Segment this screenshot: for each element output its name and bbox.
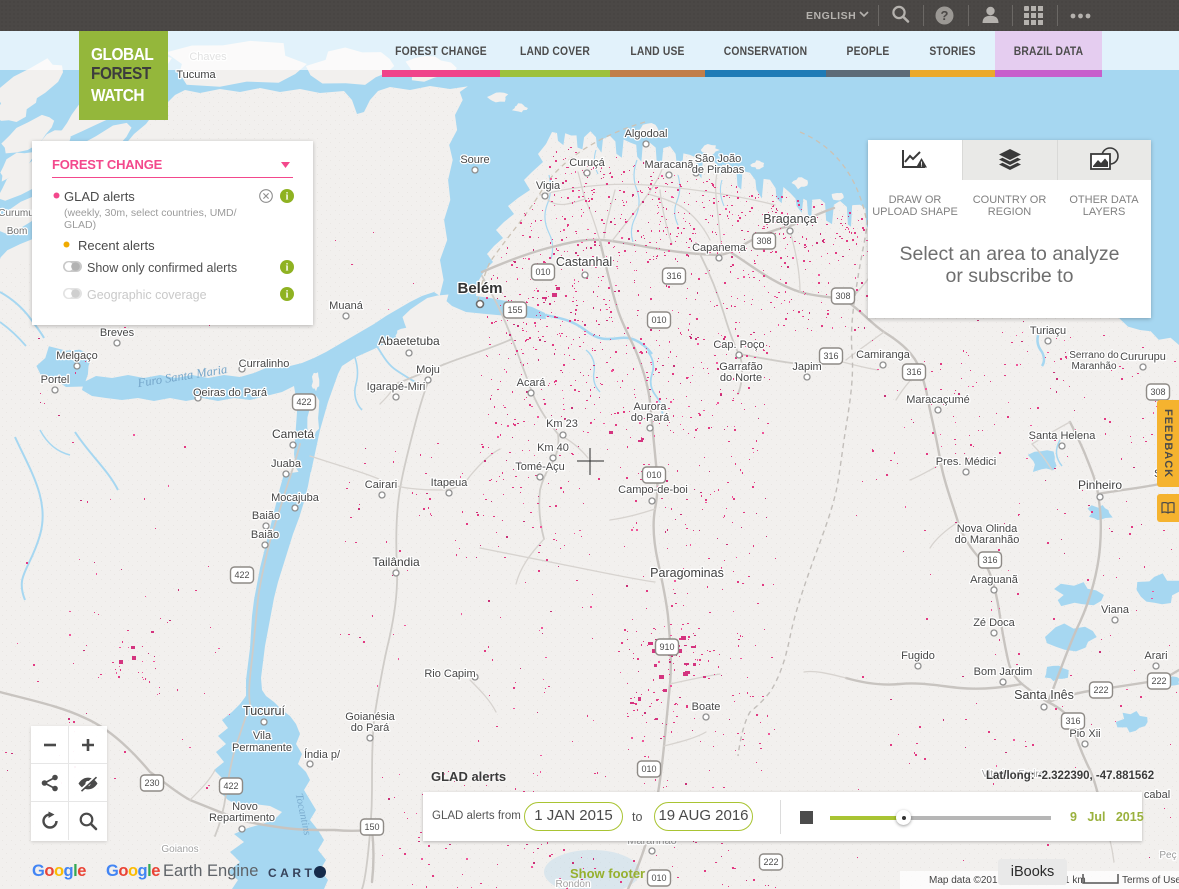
svg-text:Repartimento: Repartimento (209, 812, 275, 824)
svg-text:Pres. Médici: Pres. Médici (936, 456, 997, 468)
svg-text:230: 230 (144, 778, 159, 788)
svg-text:Km 40: Km 40 (537, 442, 569, 454)
svg-text:Muaná: Muaná (329, 300, 364, 312)
svg-text:Acará: Acará (517, 377, 547, 389)
svg-text:222: 222 (1093, 685, 1108, 695)
svg-text:Tomé-Açu: Tomé-Açu (515, 461, 565, 473)
svg-text:Curralinho: Curralinho (239, 358, 290, 370)
svg-text:Oeiras do Pará: Oeiras do Pará (193, 387, 268, 399)
svg-text:Capanema: Capanema (692, 242, 747, 254)
svg-text:i: i (286, 290, 289, 301)
svg-text:Cap. Poço: Cap. Poço (713, 339, 764, 351)
svg-text:316: 316 (982, 555, 997, 565)
svg-text:Zé Doca: Zé Doca (973, 617, 1015, 629)
svg-text:Portel: Portel (41, 374, 70, 386)
svg-text:Índia p/: Índia p/ (304, 748, 341, 761)
svg-text:Baião: Baião (251, 529, 279, 541)
svg-text:Bom: Bom (7, 226, 28, 237)
svg-text:Bom Jardim: Bom Jardim (974, 666, 1033, 678)
svg-text:Maranhão: Maranhão (1071, 361, 1116, 372)
svg-text:do Pará: do Pará (631, 412, 670, 424)
svg-text:Itapeua: Itapeua (431, 477, 469, 489)
svg-text:316: 316 (823, 351, 838, 361)
svg-text:150: 150 (364, 822, 379, 832)
svg-text:Arari: Arari (1144, 650, 1167, 662)
svg-text:Pinheiro: Pinheiro (1078, 478, 1122, 492)
svg-text:Moju: Moju (416, 364, 440, 376)
svg-text:Turiaçu: Turiaçu (1030, 325, 1066, 337)
svg-text:Goianos: Goianos (161, 844, 198, 855)
svg-text:Serrano do: Serrano do (1069, 350, 1119, 361)
svg-text:155: 155 (507, 305, 522, 315)
svg-text:Permanente: Permanente (232, 742, 292, 754)
svg-text:Araguanã: Araguanã (970, 574, 1019, 586)
svg-text:910: 910 (659, 642, 674, 652)
svg-text:Japim: Japim (792, 361, 821, 373)
svg-text:010: 010 (646, 470, 661, 480)
svg-text:Breves: Breves (100, 327, 135, 339)
svg-text:Boate: Boate (692, 701, 721, 713)
svg-text:Maracaçumé: Maracaçumé (906, 394, 970, 406)
svg-text:Santa Inês: Santa Inês (1014, 688, 1074, 702)
svg-text:Cametá: Cametá (272, 427, 314, 441)
svg-text:Maracanã: Maracanã (645, 159, 695, 171)
svg-text:010: 010 (651, 873, 666, 883)
svg-text:Juaba: Juaba (271, 458, 302, 470)
svg-text:308: 308 (1150, 387, 1165, 397)
svg-text:Fugido: Fugido (901, 650, 935, 662)
svg-text:Rio Capim: Rio Capim (424, 668, 475, 680)
svg-text:422: 422 (223, 781, 238, 791)
svg-text:Campo-de-boi: Campo-de-boi (618, 484, 688, 496)
svg-text:do Norte: do Norte (720, 372, 762, 384)
svg-text:i: i (286, 263, 289, 274)
svg-text:cabal: cabal (1144, 789, 1170, 801)
svg-text:308: 308 (835, 291, 850, 301)
svg-text:do Maranhão: do Maranhão (955, 534, 1020, 546)
svg-text:Igarapé-Miri: Igarapé-Miri (367, 381, 426, 393)
svg-text:Vigia: Vigia (536, 180, 561, 192)
svg-text:316: 316 (1065, 716, 1080, 726)
svg-text:do Pará: do Pará (351, 722, 390, 734)
svg-text:Viana: Viana (1101, 604, 1130, 616)
svg-text:Santa Helena: Santa Helena (1029, 430, 1097, 442)
svg-text:Bragança: Bragança (763, 212, 817, 226)
svg-text:Cururupu: Cururupu (1120, 351, 1166, 363)
svg-text:Algodoal: Algodoal (625, 128, 668, 140)
svg-text:Tucuruí: Tucuruí (243, 704, 285, 718)
svg-text:Km 23: Km 23 (546, 418, 578, 430)
svg-text:Abaetetuba: Abaetetuba (378, 334, 440, 348)
svg-text:010: 010 (535, 267, 550, 277)
svg-text:316: 316 (666, 271, 681, 281)
svg-text:316: 316 (906, 367, 921, 377)
svg-text:422: 422 (234, 570, 249, 580)
svg-text:Curuçá: Curuçá (569, 157, 605, 169)
svg-text:308: 308 (756, 236, 771, 246)
svg-text:010: 010 (651, 315, 666, 325)
svg-text:Melgaço: Melgaço (56, 350, 98, 362)
svg-text:i: i (286, 192, 289, 203)
svg-text:010: 010 (641, 764, 656, 774)
svg-text:Castanhal: Castanhal (556, 255, 612, 269)
svg-text:Camiranga: Camiranga (856, 349, 911, 361)
svg-text:Peç: Peç (1159, 850, 1176, 861)
svg-text:?: ? (941, 8, 949, 23)
svg-text:Mocajuba: Mocajuba (271, 492, 320, 504)
svg-text:222: 222 (763, 857, 778, 867)
svg-text:Paragominas: Paragominas (650, 566, 724, 580)
svg-text:Tailândia: Tailândia (372, 555, 420, 569)
svg-text:Curumu: Curumu (0, 208, 34, 219)
svg-text:Belém: Belém (457, 280, 502, 297)
svg-text:Soure: Soure (460, 154, 489, 166)
svg-text:de Pirabas: de Pirabas (692, 164, 745, 176)
svg-text:Pio Xii: Pio Xii (1069, 728, 1100, 740)
svg-text:Vila: Vila (253, 730, 272, 742)
svg-text:Baião: Baião (252, 510, 280, 522)
svg-text:222: 222 (1151, 676, 1166, 686)
svg-text:422: 422 (296, 397, 311, 407)
svg-text:!: ! (920, 161, 922, 168)
svg-text:Cairari: Cairari (365, 479, 397, 491)
